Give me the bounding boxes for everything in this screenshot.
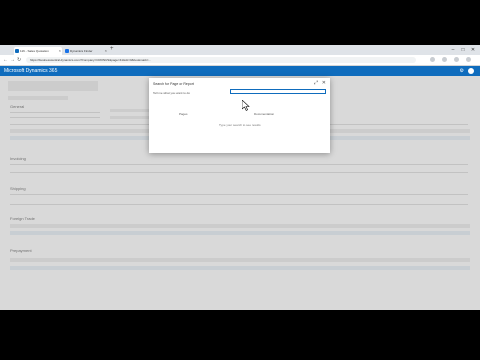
favicon-icon xyxy=(15,49,19,53)
avatar[interactable] xyxy=(468,68,474,74)
browser-tab-active[interactable]: 116 - Sales Quotation × xyxy=(14,47,62,55)
browser-tab[interactable]: Dynamics Finder × xyxy=(64,47,108,55)
close-icon[interactable]: × xyxy=(59,47,61,55)
tab-label: 116 - Sales Quotation xyxy=(20,49,49,53)
profile-icon[interactable] xyxy=(454,57,459,62)
empty-results-text: Type your search to see results xyxy=(219,123,261,127)
dialog-title: Search for Page or Report xyxy=(153,82,194,86)
expand-icon[interactable]: ⤢ xyxy=(314,80,318,86)
forward-icon[interactable]: → xyxy=(10,56,15,64)
extension-icon[interactable] xyxy=(442,57,447,62)
url-field[interactable]: https://businesscentral.dynamics.com/?co… xyxy=(26,57,416,63)
screen: 116 - Sales Quotation × Dynamics Finder … xyxy=(0,45,480,310)
extension-icon[interactable] xyxy=(430,57,435,62)
search-input[interactable] xyxy=(230,89,326,94)
app-header: Microsoft Dynamics 365 ⚙ xyxy=(0,66,480,76)
new-tab-button[interactable]: + xyxy=(110,46,114,52)
minimize-button[interactable]: – xyxy=(448,45,458,55)
app-title[interactable]: Microsoft Dynamics 365 xyxy=(4,66,57,76)
window-close-button[interactable]: ✕ xyxy=(468,45,478,55)
reload-icon[interactable]: ↻ xyxy=(17,56,21,64)
gear-icon[interactable]: ⚙ xyxy=(460,66,464,76)
browser-tab-bar: 116 - Sales Quotation × Dynamics Finder … xyxy=(0,45,480,55)
window-controls: – □ ✕ xyxy=(448,45,478,55)
tab-label: Dynamics Finder xyxy=(70,49,93,53)
back-icon[interactable]: ← xyxy=(3,56,8,64)
search-dialog: Search for Page or Report ⤢ ✕ Tell me wh… xyxy=(149,78,330,153)
menu-icon[interactable] xyxy=(466,57,471,62)
close-icon[interactable]: ✕ xyxy=(322,80,326,86)
tab-pages[interactable]: Pages xyxy=(179,112,188,116)
maximize-button[interactable]: □ xyxy=(458,45,468,55)
mouse-cursor-icon xyxy=(242,100,250,111)
address-bar: ← → ↻ https://businesscentral.dynamics.c… xyxy=(0,55,480,66)
tab-documentation[interactable]: Documentation xyxy=(254,112,274,116)
search-prompt: Tell me what you want to do xyxy=(153,91,191,95)
favicon-icon xyxy=(65,49,69,53)
close-icon[interactable]: × xyxy=(105,47,107,55)
